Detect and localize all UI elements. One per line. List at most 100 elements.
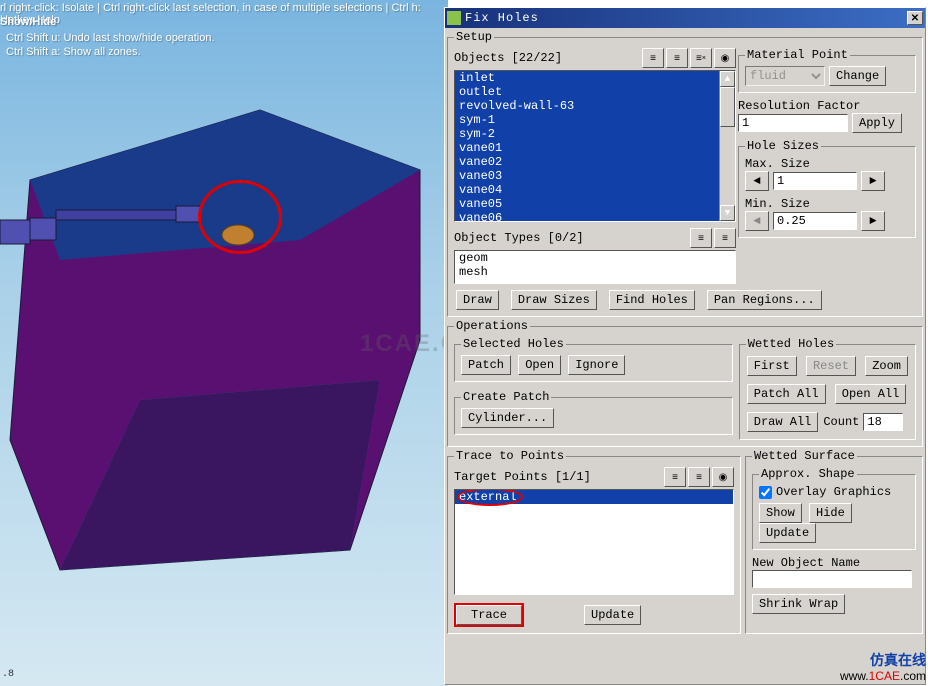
types-btn-2[interactable]: ≡ [714,228,736,248]
trace-btn-1[interactable]: ≡ [664,467,686,487]
scroll-up-icon[interactable]: ▲ [720,71,735,87]
dialog-title: Fix Holes [465,11,907,25]
create-patch-group: Create Patch Cylinder... [454,390,733,435]
scroll-thumb[interactable] [720,87,735,127]
material-select[interactable]: fluid [745,66,825,86]
list-item[interactable]: vane04 [455,183,735,197]
min-decrement-button[interactable]: ◄ [745,211,769,231]
material-point-group: Material Point fluid Change [738,48,916,93]
list-item[interactable]: sym-2 [455,127,735,141]
draw-button[interactable]: Draw [456,290,499,310]
list-item[interactable]: vane06 [455,211,735,222]
list-item[interactable]: vane02 [455,155,735,169]
overlay-checkbox[interactable] [759,486,772,499]
help-line-1: rl right-click: Isolate | Ctrl right-cli… [0,2,448,26]
help-line-2: Show/Hide [0,16,56,28]
viewport-3d[interactable]: rl right-click: Isolate | Ctrl right-cli… [0,0,448,686]
change-button[interactable]: Change [829,66,886,86]
trace-btn-3[interactable]: ◉ [712,467,734,487]
target-points-label: Target Points [1/1] [454,470,664,484]
branding-logo: 仿真在线 www.1CAE.com [840,652,926,684]
window-icon [447,11,461,25]
wetted-surface-group: Wetted Surface Approx. Shape Overlay Gra… [745,449,923,634]
new-object-name-input[interactable] [752,570,912,588]
selected-holes-group: Selected Holes Patch Open Ignore [454,337,733,382]
overlay-label: Overlay Graphics [776,485,891,499]
operations-group: Operations Selected Holes Patch Open Ign… [447,319,923,447]
list-btn-2[interactable]: ≡ [666,48,688,68]
object-types-label: Object Types [0/2] [454,231,690,245]
selected-holes-legend: Selected Holes [461,337,566,351]
approx-shape-group: Approx. Shape Overlay Graphics Show Hide… [752,467,916,550]
material-point-legend: Material Point [745,48,850,62]
approx-legend: Approx. Shape [759,467,857,481]
min-increment-button[interactable]: ► [861,211,885,231]
setup-group: Setup Objects [22/22] ≡ ≡ ≡× ◉ inlet [447,30,923,317]
trace-to-points-group: Trace to Points Target Points [1/1] ≡ ≡ … [447,449,741,634]
list-item[interactable]: vane03 [455,169,735,183]
count-input[interactable] [863,413,903,431]
help-line-3: Ctrl Shift u: Undo last show/hide operat… [6,32,215,44]
objects-label: Objects [22/22] [454,51,642,65]
resolution-input[interactable] [738,114,848,132]
shrink-wrap-button[interactable]: Shrink Wrap [752,594,845,614]
patch-button[interactable]: Patch [461,355,511,375]
list-item[interactable]: inlet [455,71,735,85]
wetted-holes-legend: Wetted Holes [746,337,836,351]
objects-list[interactable]: inlet outlet revolved-wall-63 sym-1 sym-… [454,70,736,222]
help-line-4: Ctrl Shift a: Show all zones. [6,46,141,58]
operations-legend: Operations [454,319,530,333]
types-btn-1[interactable]: ≡ [690,228,712,248]
show-button[interactable]: Show [759,503,802,523]
min-size-input[interactable] [773,212,857,230]
titlebar[interactable]: Fix Holes ✕ [445,8,925,28]
list-item[interactable]: sym-1 [455,113,735,127]
patch-all-button[interactable]: Patch All [747,384,826,404]
max-increment-button[interactable]: ► [861,171,885,191]
hole-sizes-group: Hole Sizes Max. Size ◄ ► Min. Size ◄ ► [738,139,916,238]
new-obj-label: New Object Name [752,556,916,570]
hide-button[interactable]: Hide [809,503,852,523]
list-item[interactable]: vane05 [455,197,735,211]
hole-sizes-legend: Hole Sizes [745,139,821,153]
max-size-input[interactable] [773,172,857,190]
apply-button[interactable]: Apply [852,113,902,133]
object-types-list[interactable]: geom mesh [454,250,736,284]
close-button[interactable]: ✕ [907,11,923,25]
list-item[interactable]: mesh [455,265,735,279]
trace-button[interactable]: Trace [456,605,522,625]
brand-url: www.1CAE.com [840,668,926,684]
cylinder-button[interactable]: Cylinder... [461,408,554,428]
list-item[interactable]: external [455,490,733,504]
overlay-checkbox-label[interactable]: Overlay Graphics [759,485,909,499]
list-item[interactable]: revolved-wall-63 [455,99,735,113]
list-btn-4[interactable]: ◉ [714,48,736,68]
list-btn-1[interactable]: ≡ [642,48,664,68]
find-holes-button[interactable]: Find Holes [609,290,695,310]
status-text: .8 [2,669,14,680]
draw-all-button[interactable]: Draw All [747,412,819,432]
max-decrement-button[interactable]: ◄ [745,171,769,191]
list-item[interactable]: outlet [455,85,735,99]
list-item[interactable]: geom [455,251,735,265]
first-button[interactable]: First [747,356,797,376]
reset-button[interactable]: Reset [806,356,856,376]
ignore-button[interactable]: Ignore [568,355,625,375]
scroll-down-icon[interactable]: ▼ [720,205,735,221]
open-button[interactable]: Open [518,355,561,375]
list-item[interactable]: vane01 [455,141,735,155]
highlight-box: Trace [454,603,524,627]
list-btn-3[interactable]: ≡× [690,48,712,68]
trace-btn-2[interactable]: ≡ [688,467,710,487]
draw-sizes-button[interactable]: Draw Sizes [511,290,597,310]
wetted-surface-legend: Wetted Surface [752,449,857,463]
open-all-button[interactable]: Open All [835,384,907,404]
scrollbar[interactable]: ▲ ▼ [719,71,735,221]
count-label: Count [823,415,859,429]
pan-regions-button[interactable]: Pan Regions... [707,290,822,310]
update-button[interactable]: Update [584,605,641,625]
target-points-list[interactable]: external [454,489,734,595]
zoom-button[interactable]: Zoom [865,356,908,376]
approx-update-button[interactable]: Update [759,523,816,543]
setup-legend: Setup [454,30,494,44]
